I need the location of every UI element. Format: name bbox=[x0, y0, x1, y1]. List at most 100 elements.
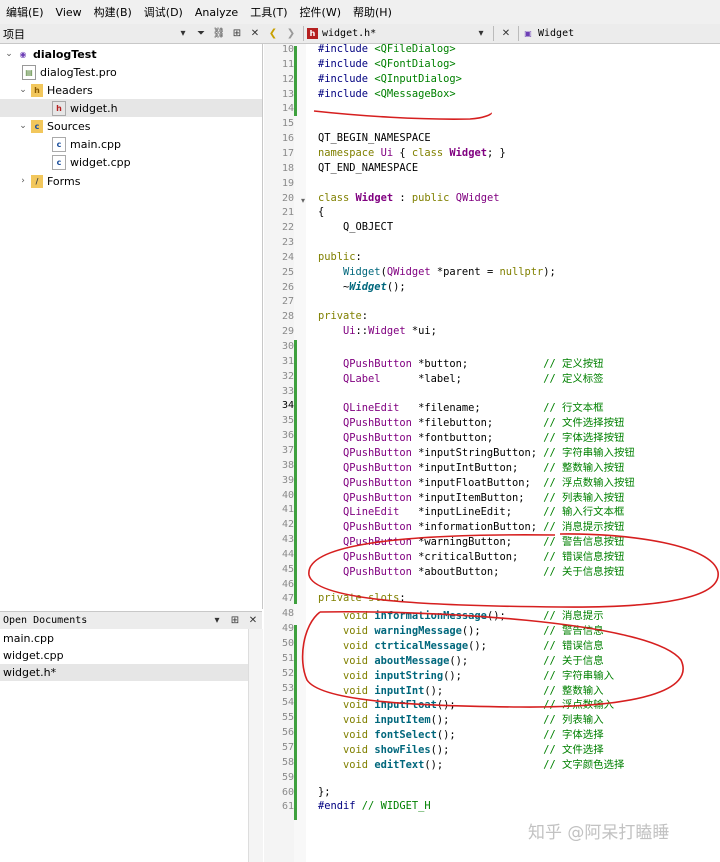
code-line[interactable]: namespace Ui { class Widget; } bbox=[318, 147, 506, 159]
code-line[interactable]: private: bbox=[318, 310, 368, 322]
dropdown-icon[interactable]: ▾ bbox=[472, 25, 490, 42]
tree-item-project[interactable]: ⌄ ◉ dialogTest bbox=[4, 45, 96, 63]
line-number: 28 bbox=[281, 311, 294, 323]
fold-arrow-icon[interactable]: ▾ bbox=[301, 196, 305, 205]
expand-arrow-icon[interactable]: ⌄ bbox=[18, 121, 28, 131]
forward-arrow-icon[interactable]: ❯ bbox=[282, 25, 300, 42]
back-arrow-icon[interactable]: ❮ bbox=[264, 25, 282, 42]
menu-analyze[interactable]: Analyze bbox=[189, 6, 244, 19]
code-line[interactable]: #endif // WIDGET_H bbox=[318, 800, 431, 812]
menu-view[interactable]: View bbox=[50, 6, 88, 19]
code-line[interactable]: #include <QMessageBox> bbox=[318, 88, 456, 100]
code-line[interactable]: QPushButton *inputItemButton; // 列表输入按钮 bbox=[318, 489, 624, 504]
line-number: 53 bbox=[281, 682, 294, 694]
code-line[interactable]: void warningMessage(); // 警告信息 bbox=[318, 622, 604, 637]
open-document-item[interactable]: main.cpp bbox=[0, 630, 251, 647]
toolbar-separator bbox=[303, 26, 304, 41]
file-tab-label[interactable]: widget.h* bbox=[322, 28, 472, 39]
code-line[interactable]: private slots: bbox=[318, 592, 406, 604]
code-line[interactable]: QPushButton *inputStringButton; // 字符串输入… bbox=[318, 444, 635, 459]
split-icon[interactable]: ⊞ bbox=[228, 25, 246, 42]
line-number: 18 bbox=[281, 162, 294, 174]
code-line[interactable]: QPushButton *inputFloatButton; // 浮点数输入按… bbox=[318, 474, 635, 489]
dropdown-icon[interactable]: ▾ bbox=[174, 25, 192, 42]
close-file-icon[interactable]: ✕ bbox=[497, 25, 515, 42]
tree-item-widget-h[interactable]: h widget.h bbox=[0, 99, 262, 117]
code-line[interactable]: QPushButton *button; // 定义按钮 bbox=[318, 355, 604, 370]
code-line[interactable]: void inputString(); // 字符串输入 bbox=[318, 667, 614, 682]
code-line[interactable]: ~Widget(); bbox=[318, 281, 406, 293]
code-line[interactable]: void ctrticalMessage(); // 错误信息 bbox=[318, 637, 604, 652]
close-icon[interactable]: ✕ bbox=[246, 25, 264, 42]
code-line[interactable]: QPushButton *warningButton; // 警告信息按钮 bbox=[318, 533, 624, 548]
code-line[interactable]: Widget(QWidget *parent = nullptr); bbox=[318, 266, 556, 278]
close-icon[interactable]: ✕ bbox=[244, 612, 262, 629]
pro-file-icon: ▤ bbox=[22, 64, 36, 80]
code-line[interactable]: QT_BEGIN_NAMESPACE bbox=[318, 132, 431, 144]
change-marker bbox=[294, 625, 297, 820]
line-number: 26 bbox=[281, 281, 294, 293]
expand-arrow-icon[interactable]: ⌄ bbox=[18, 85, 28, 95]
code-line[interactable]: QPushButton *inputIntButton; // 整数输入按钮 bbox=[318, 459, 624, 474]
line-number: 12 bbox=[281, 73, 294, 85]
code-line[interactable]: QPushButton *fontbutton; // 字体选择按钮 bbox=[318, 429, 624, 444]
tree-item-main-cpp[interactable]: c main.cpp bbox=[52, 135, 121, 153]
code-line[interactable]: void inputItem(); // 列表输入 bbox=[318, 711, 604, 726]
code-line[interactable]: QPushButton *filebutton; // 文件选择按钮 bbox=[318, 414, 624, 429]
link-icon[interactable]: ⛓ bbox=[210, 25, 228, 42]
tree-item-sources[interactable]: ⌄ c Sources bbox=[18, 117, 91, 135]
code-line[interactable]: class Widget : public QWidget bbox=[318, 192, 499, 204]
line-number: 35 bbox=[281, 415, 294, 427]
code-line[interactable]: #include <QFontDialog> bbox=[318, 58, 456, 70]
open-document-item[interactable]: widget.h* bbox=[0, 664, 251, 681]
code-line[interactable]: QPushButton *criticalButton; // 错误信息按钮 bbox=[318, 548, 624, 563]
code-line[interactable]: void informationMessage(); // 消息提示 bbox=[318, 607, 604, 622]
code-line[interactable]: Ui::Widget *ui; bbox=[318, 325, 437, 337]
open-documents-scrollbar[interactable] bbox=[248, 629, 263, 862]
code-line[interactable]: public: bbox=[318, 251, 362, 263]
expand-arrow-icon[interactable]: ⌄ bbox=[4, 49, 14, 59]
open-document-item[interactable]: widget.cpp bbox=[0, 647, 251, 664]
code-line[interactable]: QLabel *label; // 定义标签 bbox=[318, 370, 604, 385]
code-line[interactable]: void showFiles(); // 文件选择 bbox=[318, 741, 604, 756]
line-number: 40 bbox=[281, 489, 294, 501]
code-line[interactable]: void inputInt(); // 整数输入 bbox=[318, 682, 604, 697]
code-line[interactable]: void editText(); // 文字颜色选择 bbox=[318, 756, 624, 771]
code-line[interactable]: Q_OBJECT bbox=[318, 221, 393, 233]
code-line[interactable]: void aboutMessage(); // 关于信息 bbox=[318, 652, 604, 667]
code-line[interactable]: #include <QInputDialog> bbox=[318, 73, 462, 85]
dropdown-icon[interactable]: ▾ bbox=[208, 612, 226, 629]
split-icon[interactable]: ⊞ bbox=[226, 612, 244, 629]
line-number: 32 bbox=[281, 370, 294, 382]
menu-tools[interactable]: 工具(T) bbox=[244, 4, 293, 20]
menu-build[interactable]: 构建(B) bbox=[88, 4, 138, 20]
line-number: 10 bbox=[281, 44, 294, 55]
line-number: 56 bbox=[281, 727, 294, 739]
menu-help[interactable]: 帮助(H) bbox=[347, 4, 398, 20]
tree-item-headers[interactable]: ⌄ h Headers bbox=[18, 81, 93, 99]
line-number: 51 bbox=[281, 652, 294, 664]
menu-bar: 编辑(E) View 构建(B) 调试(D) Analyze 工具(T) 控件(… bbox=[0, 0, 720, 25]
collapse-arrow-icon[interactable]: › bbox=[18, 176, 28, 186]
symbol-selector[interactable]: Widget bbox=[538, 28, 574, 39]
open-documents-header: Open Documents ▾ ⊞ ✕ bbox=[0, 611, 262, 630]
code-line[interactable]: void inputFloat(); // 浮点数输入 bbox=[318, 696, 614, 711]
code-line[interactable]: { bbox=[318, 206, 324, 218]
tree-item-forms[interactable]: › / Forms bbox=[18, 172, 80, 190]
code-line[interactable]: #include <QFileDialog> bbox=[318, 43, 456, 55]
code-line[interactable]: QPushButton *aboutButton; // 关于信息按钮 bbox=[318, 563, 624, 578]
line-number: 36 bbox=[281, 430, 294, 442]
code-line[interactable]: QLineEdit *filename; // 行文本框 bbox=[318, 399, 604, 414]
tree-item-widget-cpp[interactable]: c widget.cpp bbox=[52, 153, 131, 171]
tree-item-pro-file[interactable]: ▤ dialogTest.pro bbox=[22, 63, 117, 81]
code-line[interactable]: QT_END_NAMESPACE bbox=[318, 162, 418, 174]
menu-edit[interactable]: 编辑(E) bbox=[0, 4, 50, 20]
menu-controls[interactable]: 控件(W) bbox=[294, 4, 347, 20]
code-line[interactable]: QPushButton *informationButton; // 消息提示按… bbox=[318, 518, 624, 533]
code-line[interactable]: }; bbox=[318, 786, 331, 798]
line-number: 23 bbox=[281, 237, 294, 249]
code-line[interactable]: QLineEdit *inputLineEdit; // 输入行文本框 bbox=[318, 503, 624, 518]
code-line[interactable]: void fontSelect(); // 字体选择 bbox=[318, 726, 604, 741]
menu-debug[interactable]: 调试(D) bbox=[138, 4, 189, 20]
filter-icon[interactable]: ⏷ bbox=[192, 25, 210, 42]
